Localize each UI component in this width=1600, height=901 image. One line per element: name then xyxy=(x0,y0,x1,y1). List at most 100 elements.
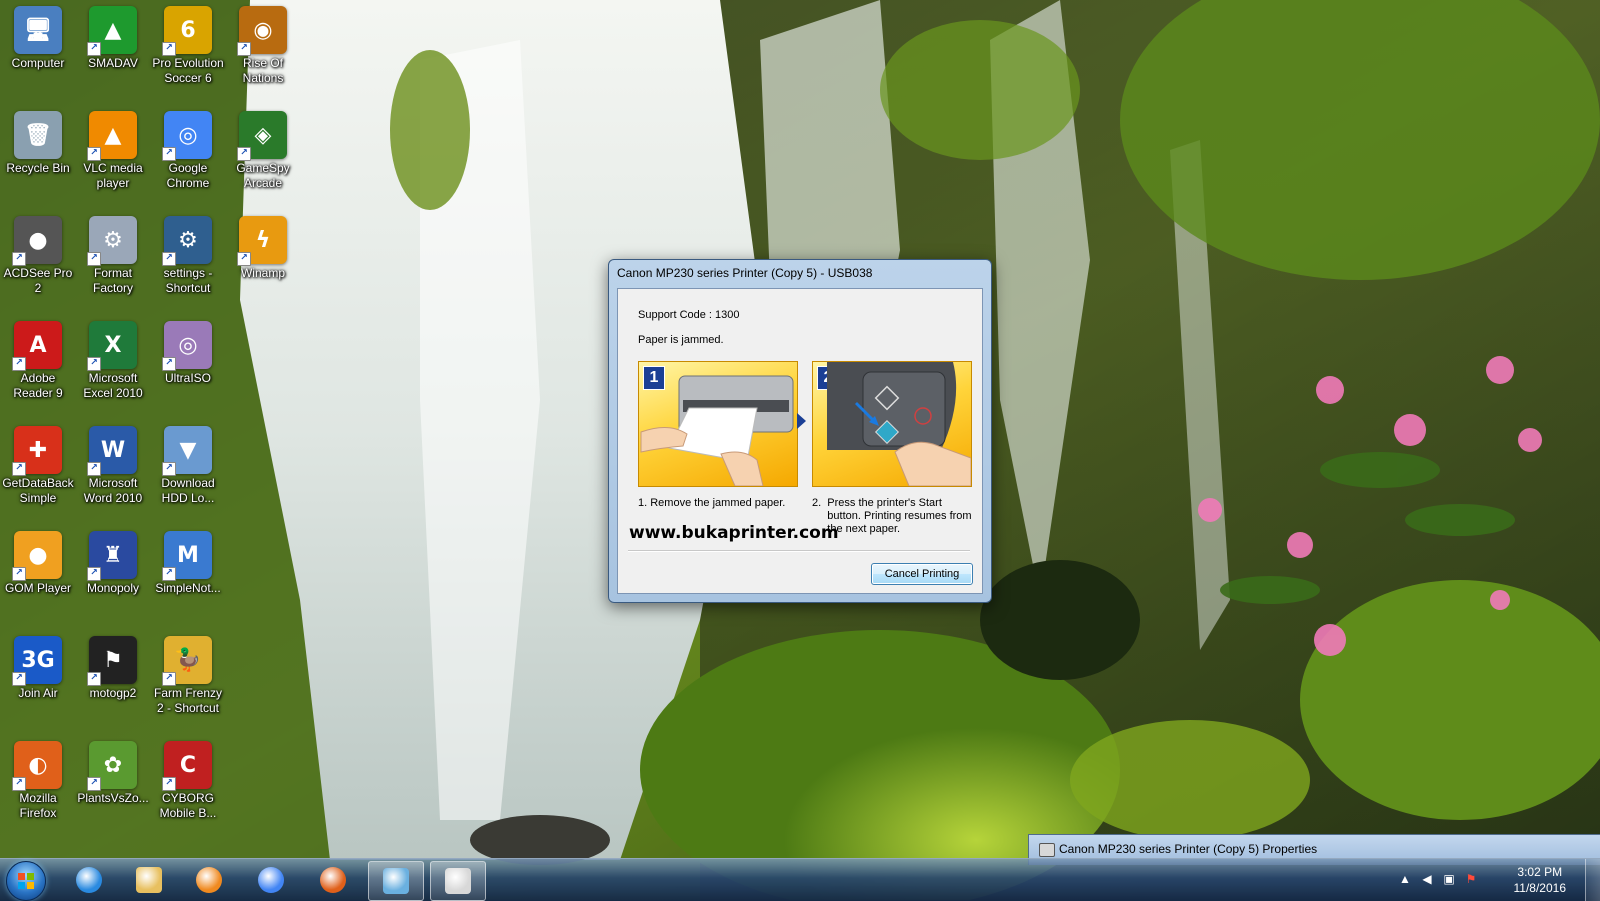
taskbar-button[interactable] xyxy=(306,861,360,899)
desktop-shortcut[interactable]: ▲ ↗ VLC media player xyxy=(75,105,151,205)
desktop-shortcut[interactable]: ◐ ↗ Mozilla Firefox xyxy=(0,735,76,835)
desktop-shortcut[interactable]: 🗑 Recycle Bin xyxy=(0,105,76,205)
desktop-shortcut[interactable]: X ↗ Microsoft Excel 2010 xyxy=(75,315,151,415)
desktop-shortcut-label: ACDSee Pro 2 xyxy=(3,266,73,295)
printer-icon xyxy=(1039,843,1055,857)
desktop-shortcut-label: Winamp xyxy=(240,266,285,280)
shortcut-arrow-icon: ↗ xyxy=(162,462,176,476)
shortcut-arrow-icon: ↗ xyxy=(162,252,176,266)
shortcut-arrow-icon: ↗ xyxy=(237,147,251,161)
desktop-shortcut-label: Download HDD Lo... xyxy=(161,476,215,505)
monopoly-icon: ♜ ↗ xyxy=(87,531,137,581)
shortcut-arrow-icon: ↗ xyxy=(162,42,176,56)
desktop-shortcut[interactable]: ● ↗ GOM Player xyxy=(0,525,76,625)
desktop-shortcut[interactable]: ✿ ↗ PlantsVsZo... xyxy=(75,735,151,835)
desktop-shortcut[interactable]: ◈ ↗ GameSpy Arcade xyxy=(225,105,301,205)
format-factory-icon: ⚙ ↗ xyxy=(87,216,137,266)
shortcut-arrow-icon: ↗ xyxy=(12,252,26,266)
desktop-shortcut-label: CYBORG Mobile B... xyxy=(159,791,217,820)
winamp-icon: ϟ ↗ xyxy=(237,216,287,266)
desktop-shortcut[interactable]: ✚ ↗ GetDataBack Simple xyxy=(0,420,76,520)
desktop-shortcut[interactable]: ▼ ↗ Download HDD Lo... xyxy=(150,420,226,520)
computer-icon: 🖥 xyxy=(14,6,62,54)
desktop-shortcut-label: Microsoft Excel 2010 xyxy=(83,371,143,400)
dialog-title: Canon MP230 series Printer (Copy 5) - US… xyxy=(617,266,873,280)
adobe-reader-icon: A ↗ xyxy=(12,321,62,371)
recycle-bin-icon: 🗑 xyxy=(14,111,62,159)
shortcut-arrow-icon: ↗ xyxy=(12,462,26,476)
shortcut-arrow-icon: ↗ xyxy=(12,672,26,686)
desktop-shortcut[interactable]: ♜ ↗ Monopoly xyxy=(75,525,151,625)
desktop-shortcut[interactable]: C ↗ CYBORG Mobile B... xyxy=(150,735,226,835)
taskbar-button[interactable] xyxy=(62,861,116,899)
desktop-shortcut-label: Recycle Bin xyxy=(6,161,70,175)
shortcut-arrow-icon: ↗ xyxy=(237,42,251,56)
desktop-shortcut[interactable]: A ↗ Adobe Reader 9 xyxy=(0,315,76,415)
desktop-shortcut-label: Monopoly xyxy=(86,581,140,595)
desktop-shortcut-label: Mozilla Firefox xyxy=(19,791,57,820)
join-air-icon: 3G ↗ xyxy=(12,636,62,686)
desktop-shortcut-label: Format Factory xyxy=(92,266,133,295)
shortcut-arrow-icon: ↗ xyxy=(162,567,176,581)
desktop-shortcut[interactable]: ⚑ ↗ motogp2 xyxy=(75,630,151,730)
press-start-illustration xyxy=(827,362,971,486)
desktop-shortcut[interactable]: ϟ ↗ Winamp xyxy=(225,210,301,310)
gamespy-icon: ◈ ↗ xyxy=(237,111,287,161)
desktop-shortcut-label: Pro Evolution Soccer 6 xyxy=(152,56,224,85)
taskbar-button[interactable] xyxy=(122,861,176,899)
start-button[interactable] xyxy=(6,861,46,901)
taskbar-button[interactable] xyxy=(430,861,486,901)
shortcut-arrow-icon: ↗ xyxy=(12,567,26,581)
plants-vs-zombies-icon: ✿ ↗ xyxy=(87,741,137,791)
action-center-flag-icon[interactable]: ⚑ xyxy=(1464,872,1478,886)
desktop-shortcut[interactable]: ◎ ↗ Google Chrome xyxy=(150,105,226,205)
desktop-shortcut[interactable]: 🖥 Computer xyxy=(0,0,76,100)
settings-icon: ⚙ ↗ xyxy=(162,216,212,266)
desktop-shortcut[interactable]: ▲ ↗ SMADAV xyxy=(75,0,151,100)
shortcut-arrow-icon: ↗ xyxy=(87,777,101,791)
desktop-shortcut-label: VLC media player xyxy=(83,161,143,190)
support-code: Support Code : 1300 xyxy=(638,309,740,321)
desktop-shortcut[interactable]: 3G ↗ Join Air xyxy=(0,630,76,730)
taskbar-button[interactable] xyxy=(244,861,298,899)
shortcut-arrow-icon: ↗ xyxy=(87,147,101,161)
internet-explorer-icon xyxy=(76,867,102,893)
desktop-shortcut[interactable]: ⚙ ↗ Format Factory xyxy=(75,210,151,310)
desktop-shortcut[interactable]: ◉ ↗ Rise Of Nations xyxy=(225,0,301,100)
acdsee-icon: ● ↗ xyxy=(12,216,62,266)
shortcut-arrow-icon: ↗ xyxy=(12,357,26,371)
desktop-shortcut-label: GOM Player xyxy=(4,581,71,595)
show-hidden-icons-icon[interactable]: ▲ xyxy=(1398,872,1412,886)
desktop-shortcut[interactable]: ⚙ ↗ settings - Shortcut xyxy=(150,210,226,310)
desktop-shortcut[interactable]: M ↗ SimpleNot... xyxy=(150,525,226,625)
desktop-shortcut[interactable]: 6 ↗ Pro Evolution Soccer 6 xyxy=(150,0,226,100)
step-2-illustration: 2 xyxy=(812,361,972,487)
volume-icon[interactable]: ◀ xyxy=(1420,872,1434,886)
simplenote-icon: M ↗ xyxy=(162,531,212,581)
shortcut-arrow-icon: ↗ xyxy=(87,42,101,56)
motogp-icon: ⚑ ↗ xyxy=(87,636,137,686)
printer-queue-icon xyxy=(445,868,471,894)
taskbar-button[interactable] xyxy=(368,861,424,901)
network-icon[interactable]: ▣ xyxy=(1442,872,1456,886)
show-desktop-button[interactable] xyxy=(1585,859,1600,901)
desktop-shortcut[interactable]: W ↗ Microsoft Word 2010 xyxy=(75,420,151,520)
desktop-shortcut[interactable]: ◎ ↗ UltraISO xyxy=(150,315,226,415)
control-panel-icon xyxy=(383,868,409,894)
printer-error-dialog: Canon MP230 series Printer (Copy 5) - US… xyxy=(608,259,992,603)
cancel-printing-button[interactable]: Cancel Printing xyxy=(871,563,973,585)
desktop-shortcut-label: settings - Shortcut xyxy=(163,266,213,295)
desktop-shortcut-label: PlantsVsZo... xyxy=(77,791,149,805)
desktop-shortcut[interactable]: 🦆 ↗ Farm Frenzy 2 - Shortcut xyxy=(150,630,226,730)
shortcut-arrow-icon: ↗ xyxy=(237,252,251,266)
error-message: Paper is jammed. xyxy=(638,334,724,346)
desktop-shortcut-label: SMADAV xyxy=(88,56,138,70)
getdataback-icon: ✚ ↗ xyxy=(12,426,62,476)
shortcut-arrow-icon: ↗ xyxy=(87,357,101,371)
clock[interactable]: 3:02 PM 11/8/2016 xyxy=(1514,864,1567,896)
taskbar-button[interactable] xyxy=(182,861,236,899)
media-player-icon xyxy=(196,867,222,893)
excel-icon: X ↗ xyxy=(87,321,137,371)
desktop-shortcut[interactable]: ● ↗ ACDSee Pro 2 xyxy=(0,210,76,310)
smadav-icon: ▲ ↗ xyxy=(87,6,137,56)
